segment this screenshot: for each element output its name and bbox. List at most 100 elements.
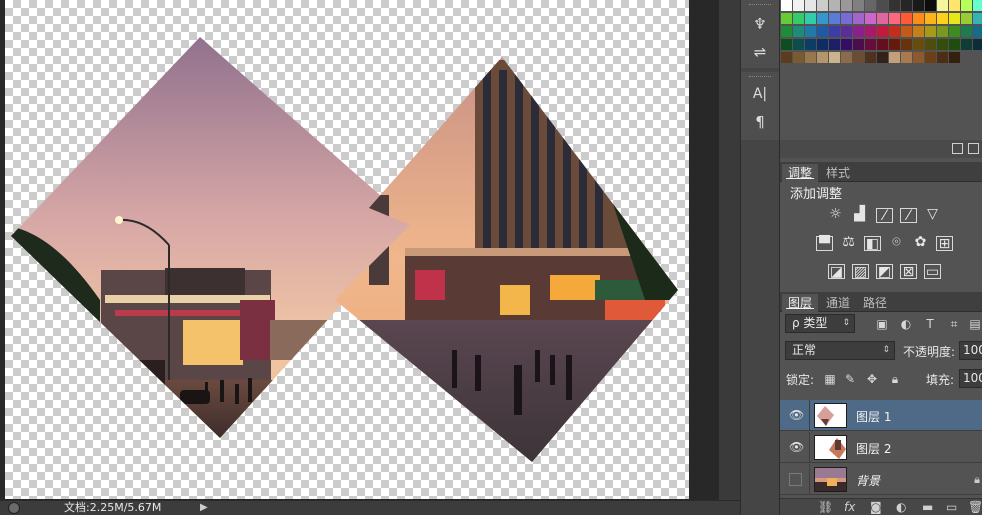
layer-filter-select[interactable]: ρ 类型 ⇕ — [785, 314, 855, 333]
lock-position-icon[interactable]: ✥ — [866, 373, 878, 385]
brush-preset-icon[interactable]: ♆ — [750, 14, 770, 34]
color-swatch[interactable] — [973, 26, 982, 37]
layer-row-background[interactable]: 背景 🔒︎ — [780, 464, 982, 495]
color-swatch[interactable] — [781, 0, 792, 11]
color-swatch[interactable] — [877, 26, 888, 37]
black-white-icon[interactable]: ◧ — [864, 236, 881, 252]
color-swatch[interactable] — [913, 26, 924, 37]
color-swatch[interactable] — [889, 13, 900, 24]
color-swatch[interactable] — [937, 26, 948, 37]
color-swatch[interactable] — [865, 0, 876, 11]
color-swatch[interactable] — [961, 26, 972, 37]
lock-all-icon[interactable]: 🔒︎ — [889, 373, 901, 385]
color-swatch[interactable] — [949, 52, 960, 63]
color-swatch[interactable] — [889, 39, 900, 50]
color-swatch[interactable] — [913, 0, 924, 11]
color-swatch[interactable] — [841, 13, 852, 24]
color-swatch[interactable] — [805, 0, 816, 11]
color-swatch[interactable] — [793, 52, 804, 63]
document-canvas[interactable] — [5, 0, 689, 499]
invert-icon[interactable]: ◪ — [828, 264, 845, 280]
color-swatch[interactable] — [889, 52, 900, 63]
tab-channels[interactable]: 通道 — [820, 294, 856, 312]
layer-row-2[interactable]: 👁︎ 图层 2 — [780, 432, 982, 463]
color-swatch[interactable] — [973, 0, 982, 11]
color-swatch[interactable] — [829, 26, 840, 37]
color-swatch[interactable] — [889, 0, 900, 11]
color-swatch[interactable] — [817, 26, 828, 37]
posterize-icon[interactable]: ▨ — [852, 264, 869, 280]
color-swatch[interactable] — [853, 13, 864, 24]
color-swatch[interactable] — [805, 13, 816, 24]
filter-adjustment-icon[interactable]: ◐ — [899, 317, 913, 331]
color-balance-icon[interactable]: ⚖ — [840, 235, 857, 250]
color-swatch[interactable] — [829, 0, 840, 11]
color-swatch[interactable] — [793, 0, 804, 11]
visibility-eye-icon[interactable]: 👁︎ — [789, 441, 804, 453]
color-swatch[interactable] — [973, 13, 982, 24]
color-swatch[interactable] — [793, 26, 804, 37]
color-swatch[interactable] — [913, 39, 924, 50]
color-swatch[interactable] — [829, 39, 840, 50]
hue-saturation-icon[interactable]: ▀ — [816, 236, 833, 252]
filter-shape-icon[interactable]: ⌗ — [947, 317, 961, 331]
color-swatch[interactable] — [925, 39, 936, 50]
blend-mode-select[interactable]: 正常 ⇕ — [785, 341, 895, 360]
color-swatch[interactable] — [961, 0, 972, 11]
tab-layers[interactable]: 图层 — [782, 294, 819, 312]
adjustment-layer-icon[interactable]: ◐ — [896, 501, 906, 514]
color-swatch[interactable] — [841, 52, 852, 63]
fx-icon[interactable]: fx — [844, 501, 855, 514]
paragraph-icon[interactable]: ¶ — [750, 112, 770, 132]
color-swatch[interactable] — [781, 13, 792, 24]
color-swatch[interactable] — [841, 26, 852, 37]
color-swatch[interactable] — [877, 39, 888, 50]
color-swatch[interactable] — [865, 13, 876, 24]
color-swatch[interactable] — [913, 13, 924, 24]
color-swatch[interactable] — [949, 39, 960, 50]
color-swatch[interactable] — [973, 39, 982, 50]
color-swatch[interactable] — [829, 52, 840, 63]
color-swatch[interactable] — [877, 0, 888, 11]
color-swatch[interactable] — [901, 52, 912, 63]
fill-input[interactable]: 100% — [959, 369, 982, 388]
status-menu-arrow-icon[interactable]: ▶ — [200, 502, 208, 514]
color-swatch[interactable] — [781, 39, 792, 50]
canvas-area[interactable] — [0, 0, 740, 500]
color-swatch[interactable] — [865, 26, 876, 37]
vibrance-icon[interactable]: ▽ — [924, 207, 941, 222]
visibility-toggle-off[interactable] — [789, 473, 802, 486]
color-swatch[interactable] — [817, 13, 828, 24]
color-lookup-icon[interactable]: ⊞ — [936, 236, 953, 252]
photo-filter-icon[interactable]: ⌾ — [888, 235, 905, 250]
color-swatch[interactable] — [781, 26, 792, 37]
curves-icon[interactable]: ⁄ — [876, 208, 893, 224]
new-swatch-icon[interactable] — [952, 143, 963, 154]
grip-handle[interactable] — [749, 4, 771, 6]
color-swatch[interactable] — [817, 39, 828, 50]
color-swatch[interactable] — [817, 52, 828, 63]
brightness-icon[interactable]: ☼ — [827, 207, 844, 222]
color-swatch[interactable] — [805, 39, 816, 50]
filter-pixel-icon[interactable]: ▣ — [875, 317, 889, 331]
color-swatch[interactable] — [925, 13, 936, 24]
link-layers-icon[interactable]: ⛓ — [818, 501, 833, 514]
zoom-info-icon[interactable] — [8, 502, 20, 514]
color-swatch[interactable] — [877, 52, 888, 63]
channel-mixer-icon[interactable]: ✿ — [912, 235, 929, 250]
color-swatch[interactable] — [901, 39, 912, 50]
color-swatch[interactable] — [853, 39, 864, 50]
layer-row-1[interactable]: 👁︎ 图层 1 — [780, 400, 982, 431]
color-swatch[interactable] — [901, 0, 912, 11]
color-swatch[interactable] — [853, 0, 864, 11]
color-swatch[interactable] — [901, 13, 912, 24]
levels-icon[interactable]: ▟ — [851, 207, 868, 222]
trash-icon[interactable]: 🗑︎ — [968, 501, 982, 514]
filter-type-icon[interactable]: T — [923, 317, 937, 331]
color-swatch[interactable] — [841, 0, 852, 11]
threshold-icon[interactable]: ◩ — [876, 264, 893, 280]
color-swatch[interactable] — [937, 13, 948, 24]
grip-handle[interactable] — [749, 76, 771, 78]
add-mask-icon[interactable]: ◙ — [870, 501, 882, 514]
color-swatch[interactable] — [961, 39, 972, 50]
